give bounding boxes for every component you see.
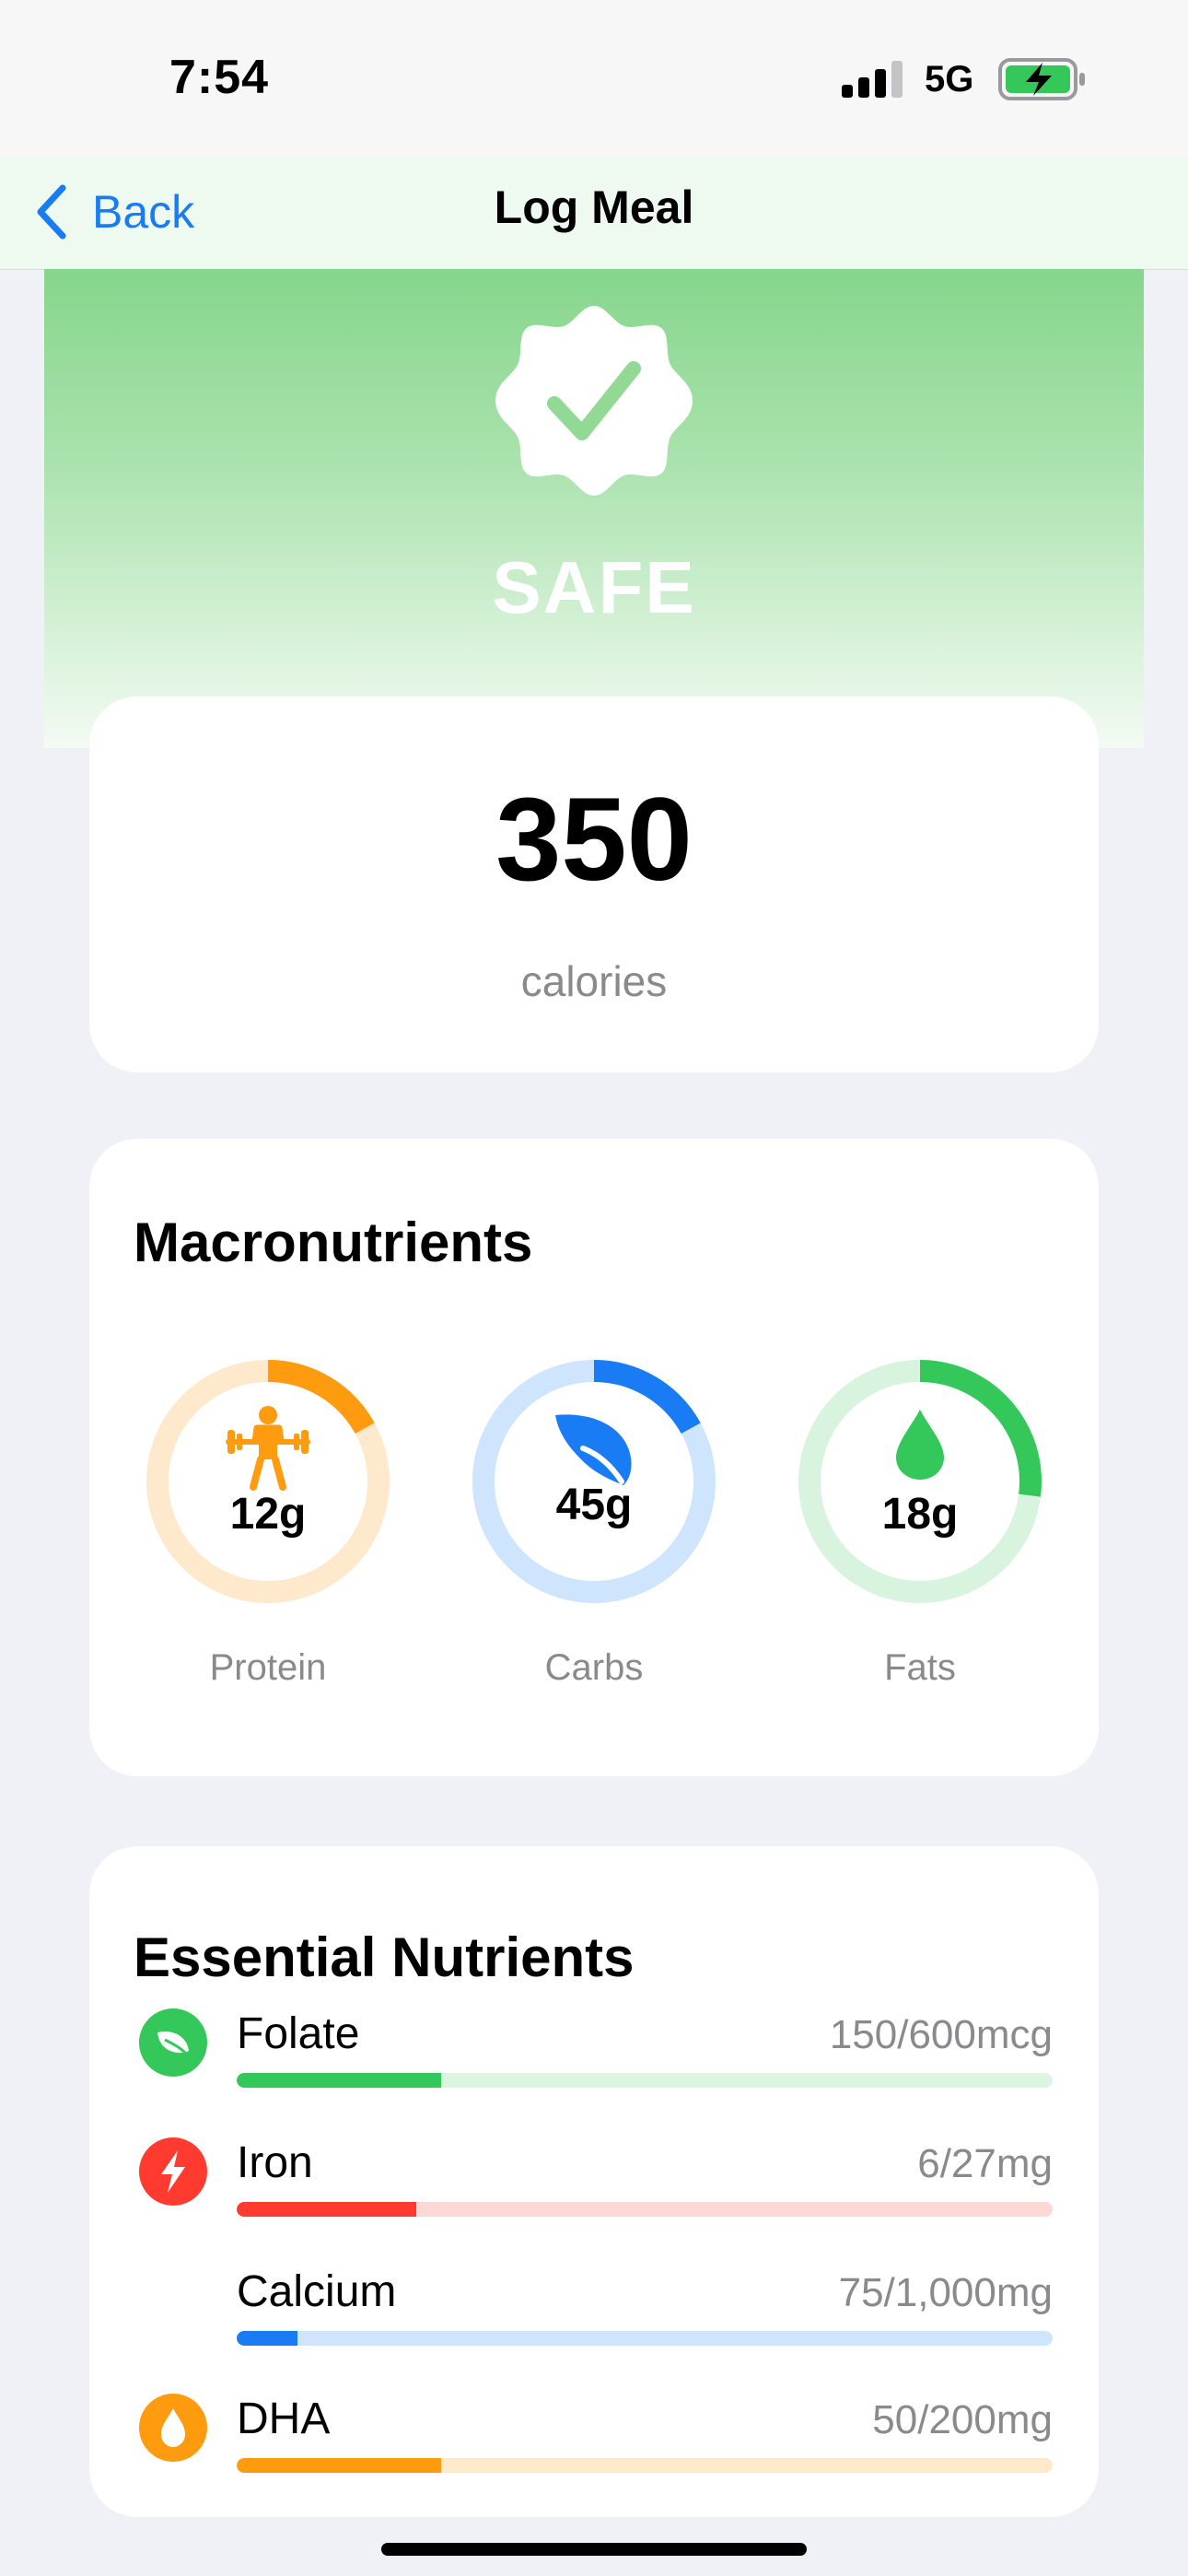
calories-card: 350 calories	[89, 697, 1099, 1072]
nutrient-progress-bar	[237, 2331, 1053, 2346]
verified-badge-icon	[495, 306, 693, 496]
nutrient-amount: 6/27mg	[917, 2141, 1053, 2186]
page-title: Log Meal	[494, 181, 694, 233]
nutrient-name: Calcium	[237, 2267, 397, 2316]
status-bar: 7:54 5G	[0, 0, 1188, 157]
fats-ring	[798, 1360, 1042, 1603]
battery-charging-icon	[998, 58, 1085, 100]
nutrient-row-folate: Folate 150/600mcg	[89, 2008, 1099, 2119]
essential-nutrients-card: Essential Nutrients Folate 150/600mcg Ir…	[89, 1846, 1099, 2517]
nutrient-name: DHA	[237, 2395, 331, 2443]
home-indicator[interactable]	[381, 2543, 807, 2556]
macronutrients-card: Macronutrients 12g Protein 45g Carbs 18g…	[89, 1139, 1099, 1776]
essential-nutrients-title: Essential Nutrients	[134, 1926, 635, 1988]
nutrient-amount: 75/1,000mg	[838, 2270, 1053, 2315]
safety-status-label: SAFE	[492, 546, 696, 628]
leaf-icon	[555, 1414, 632, 1485]
nutrient-amount: 150/600mcg	[829, 2012, 1053, 2057]
carbs-label: Carbs	[544, 1647, 644, 1688]
drop-icon	[139, 2394, 207, 2462]
safety-status-header: SAFE	[44, 269, 1144, 748]
fats-value: 18g	[881, 1490, 959, 1539]
calories-value: 350	[495, 774, 693, 906]
nutrient-progress-bar	[237, 2202, 1053, 2217]
protein-label: Protein	[209, 1647, 327, 1688]
nutrient-row-dha: DHA 50/200mg	[89, 2394, 1099, 2504]
bolt-icon	[139, 2137, 207, 2206]
drop-icon	[896, 1410, 944, 1480]
leaf-icon	[139, 2008, 207, 2077]
status-time: 7:54	[169, 51, 270, 104]
nutrient-name: Folate	[237, 2009, 360, 2058]
calories-unit: calories	[520, 957, 668, 1005]
nutrient-amount: 50/200mg	[872, 2397, 1053, 2442]
carbs-value: 45g	[555, 1481, 633, 1529]
macronutrients-title: Macronutrients	[134, 1212, 533, 1273]
weightlifter-icon	[226, 1406, 310, 1491]
nutrient-row-calcium: Calcium 75/1,000mg	[89, 2266, 1099, 2377]
nutrient-progress-bar	[237, 2073, 1053, 2088]
protein-value: 12g	[229, 1490, 307, 1539]
signal-icon	[842, 61, 903, 98]
network-type: 5G	[925, 59, 974, 100]
nutrient-name: Iron	[237, 2138, 313, 2187]
fats-label: Fats	[884, 1647, 956, 1688]
nutrient-row-iron: Iron 6/27mg	[89, 2137, 1099, 2248]
nutrient-progress-bar	[237, 2458, 1053, 2473]
